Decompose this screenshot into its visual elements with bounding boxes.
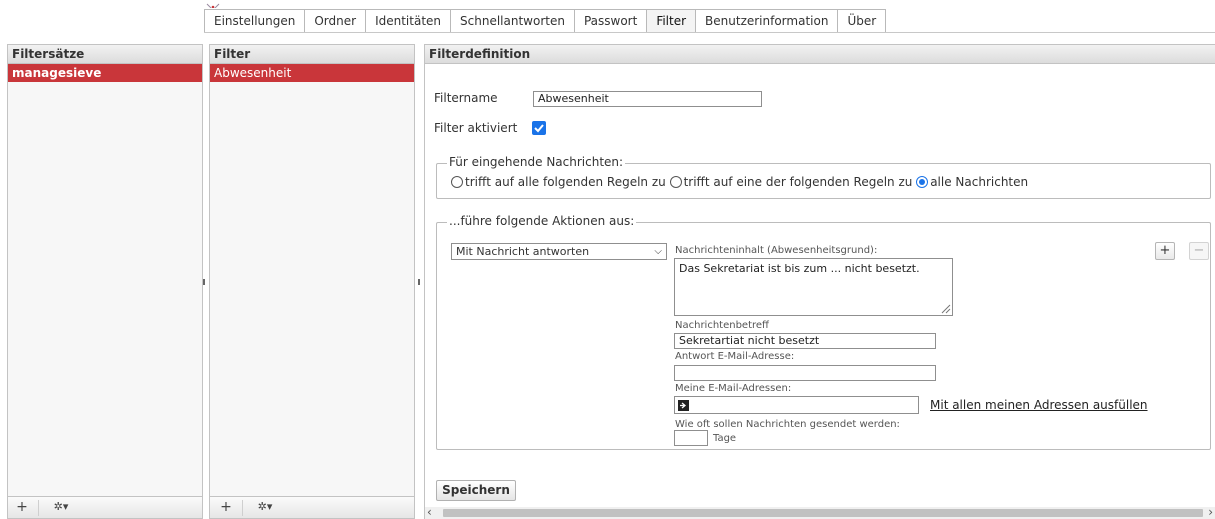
resize-grip-icon bbox=[941, 304, 951, 314]
tab-schnellantworten[interactable]: Schnellantworten bbox=[450, 9, 574, 33]
reply-address-label: Antwort E-Mail-Adresse: bbox=[675, 351, 795, 362]
incoming-legend: Für eingehende Nachrichten: bbox=[447, 155, 626, 169]
tabs-divider bbox=[204, 32, 1215, 33]
subject-input[interactable]: Sekretartiat nicht besetzt bbox=[674, 333, 936, 349]
horizontal-scrollbar[interactable]: ‹ › bbox=[425, 505, 1215, 519]
filtersets-panel: Filtersätze managesieve + ✲▾ bbox=[7, 44, 203, 519]
tab-ueber[interactable]: Über bbox=[837, 9, 887, 33]
tab-ordner[interactable]: Ordner bbox=[304, 9, 366, 33]
action-type-value: Mit Nachricht antworten bbox=[456, 245, 590, 258]
filtersets-footer: + ✲▾ bbox=[8, 496, 202, 518]
save-button[interactable]: Speichern bbox=[436, 480, 516, 501]
how-often-label: Wie oft sollen Nachrichten gesendet werd… bbox=[675, 419, 900, 430]
tab-filter[interactable]: Filter bbox=[646, 9, 696, 33]
splitter-handle-left[interactable] bbox=[203, 279, 205, 285]
chevron-down-icon: ⌵ bbox=[654, 246, 662, 257]
address-edit-icon bbox=[678, 400, 689, 411]
fill-addresses-link[interactable]: Mit allen meinen Adressen ausfüllen bbox=[930, 398, 1148, 412]
radio-all-messages-label: alle Nachrichten bbox=[930, 175, 1029, 189]
settings-tabs: Einstellungen Ordner Identitäten Schnell… bbox=[204, 9, 887, 33]
scrollbar-thumb[interactable] bbox=[443, 509, 1203, 517]
filtername-input[interactable]: Abwesenheit bbox=[533, 91, 762, 107]
filter-enabled-checkbox[interactable] bbox=[532, 121, 546, 135]
tab-identitaeten[interactable]: Identitäten bbox=[365, 9, 451, 33]
footer-divider bbox=[38, 500, 39, 516]
days-unit-label: Tage bbox=[713, 433, 737, 444]
filter-actions-gear-icon[interactable]: ✲▾ bbox=[252, 498, 278, 516]
tab-einstellungen[interactable]: Einstellungen bbox=[204, 9, 305, 33]
filter-enabled-label: Filter aktiviert bbox=[434, 121, 518, 135]
splitter-handle-right[interactable] bbox=[418, 279, 420, 285]
scroll-left-icon[interactable]: ‹ bbox=[427, 505, 432, 519]
body-textarea[interactable]: Das Sekretariat ist bis zum ... nicht be… bbox=[674, 258, 953, 316]
action-type-select[interactable]: Mit Nachricht antworten ⌵ bbox=[451, 243, 667, 260]
body-label: Nachrichteninhalt (Abwesenheitsgrund): bbox=[675, 245, 878, 256]
radio-any-rule[interactable] bbox=[669, 176, 682, 188]
my-addresses-label: Meine E-Mail-Adressen: bbox=[675, 383, 792, 394]
body-text: Das Sekretariat ist bis zum ... nicht be… bbox=[679, 262, 920, 275]
filters-panel: Filter Abwesenheit + ✲▾ bbox=[209, 44, 415, 519]
tab-passwort[interactable]: Passwort bbox=[573, 9, 647, 33]
footer-divider bbox=[242, 500, 243, 516]
add-action-button[interactable]: + bbox=[1155, 242, 1175, 260]
remove-action-button[interactable]: − bbox=[1189, 242, 1209, 260]
radio-all-rules-label: trifft auf alle folgenden Regeln zu bbox=[465, 175, 666, 189]
add-filterset-button[interactable]: + bbox=[14, 498, 30, 516]
filterset-item-managesieve[interactable]: managesieve bbox=[8, 64, 202, 82]
filters-header: Filter bbox=[210, 45, 414, 64]
incoming-options: trifft auf alle folgenden Regeln zu trif… bbox=[451, 175, 1028, 189]
radio-any-rule-label: trifft auf eine der folgenden Regeln zu bbox=[683, 175, 913, 189]
filter-item-abwesenheit[interactable]: Abwesenheit bbox=[210, 64, 414, 82]
subject-label: Nachrichtenbetreff bbox=[675, 320, 769, 331]
radio-all-messages[interactable] bbox=[916, 176, 929, 188]
filtersets-header: Filtersätze bbox=[8, 45, 202, 64]
days-input[interactable] bbox=[674, 430, 708, 446]
filters-footer: + ✲▾ bbox=[210, 496, 414, 518]
reply-address-input[interactable] bbox=[674, 365, 936, 381]
add-filter-button[interactable]: + bbox=[218, 498, 234, 516]
filter-definition-header: Filterdefinition bbox=[425, 45, 1215, 64]
filtername-label: Filtername bbox=[434, 91, 498, 105]
tab-benutzerinformation[interactable]: Benutzerinformation bbox=[695, 9, 838, 33]
scroll-right-icon[interactable]: › bbox=[1208, 505, 1213, 519]
corner-mark-icon bbox=[206, 0, 220, 8]
my-addresses-input[interactable] bbox=[674, 396, 919, 414]
checkmark-icon bbox=[534, 124, 544, 133]
radio-all-rules[interactable] bbox=[451, 176, 463, 188]
actions-legend: ...führe folgende Aktionen aus: bbox=[447, 214, 637, 228]
filterset-actions-gear-icon[interactable]: ✲▾ bbox=[48, 498, 74, 516]
